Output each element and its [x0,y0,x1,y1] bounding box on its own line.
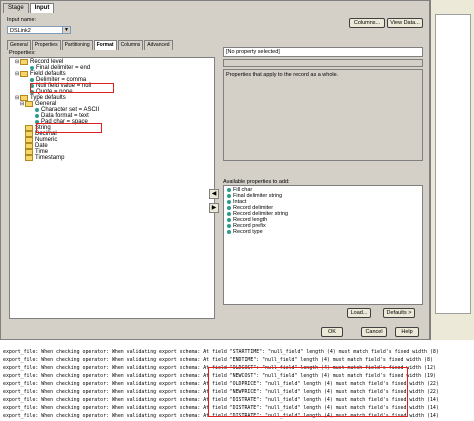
property-edit-box[interactable] [223,59,423,67]
tab-input[interactable]: Input [29,3,55,13]
property-icon [227,230,231,234]
highlight-log-errors [208,367,408,417]
no-property-text: [No property selected] [226,49,280,55]
description-box: Properties that apply to the record as a… [223,69,423,161]
property-icon [30,78,34,82]
tab-stage[interactable]: Stage [3,3,29,13]
expander-icon[interactable]: ⊟ [20,101,24,107]
highlight-pad-char [36,123,102,133]
property-icon [35,114,39,118]
defaults-button[interactable]: Defaults > [383,308,415,318]
input-name-label: Input name: [7,17,37,23]
tab-general[interactable]: General [7,40,31,50]
tab-columns[interactable]: Columns [117,40,144,50]
property-icon [227,194,231,198]
expander-icon[interactable]: ⊟ [15,59,19,65]
ok-button[interactable]: OK [321,327,343,337]
stage-properties-dialog: Stage Input Input name: DSLink2 ▼ Column… [0,0,430,340]
available-property-label: Record type [233,229,263,235]
properties-label: Properties: [9,50,36,56]
view-data-button[interactable]: View Data... [387,18,423,28]
property-icon [227,224,231,228]
available-property-item[interactable]: Record type [227,229,263,235]
add-property-icon[interactable]: ◀ [209,189,219,199]
input-name-select[interactable]: DSLink2 ▼ [7,26,71,34]
tab-properties[interactable]: Properties [31,40,61,50]
property-icon [227,200,231,204]
description-text: Properties that apply to the record as a… [226,72,339,78]
load-button[interactable]: Load... [347,308,371,318]
property-icon [227,206,231,210]
background-window-edge [430,0,474,340]
tree-item[interactable]: Timestamp [20,155,64,161]
property-icon [227,218,231,222]
tab-format[interactable]: Format [93,40,117,50]
tree-item-label: Timestamp [35,155,65,161]
tab-advanced[interactable]: Advanced [144,40,173,50]
tab-partitioning[interactable]: Partitioning [61,40,93,50]
log-line: export_file: When checking operator: Whe… [3,357,433,363]
property-value-box[interactable]: [No property selected] [223,47,423,57]
expander-icon[interactable]: ⊟ [15,95,19,101]
property-icon [30,66,34,70]
chevron-down-icon[interactable]: ▼ [62,27,70,33]
available-properties-list[interactable] [223,185,423,305]
property-icon [35,108,39,112]
top-tabs: Stage Input [3,3,55,13]
sub-tabs: General Properties Partitioning Format C… [7,40,174,50]
folder-icon [25,155,33,161]
remove-property-icon[interactable]: ▶ [209,203,219,213]
expander-icon[interactable]: ⊟ [15,71,19,77]
highlight-null-field-value [30,83,114,93]
background-panel [435,14,471,314]
property-icon [227,188,231,192]
cancel-button[interactable]: Cancel [361,327,387,337]
help-button[interactable]: Help [395,327,419,337]
property-icon [227,212,231,216]
log-line: export_file: When checking operator: Whe… [3,349,439,355]
columns-button[interactable]: Columns... [349,18,385,28]
input-name-value: DSLink2 [10,28,31,34]
